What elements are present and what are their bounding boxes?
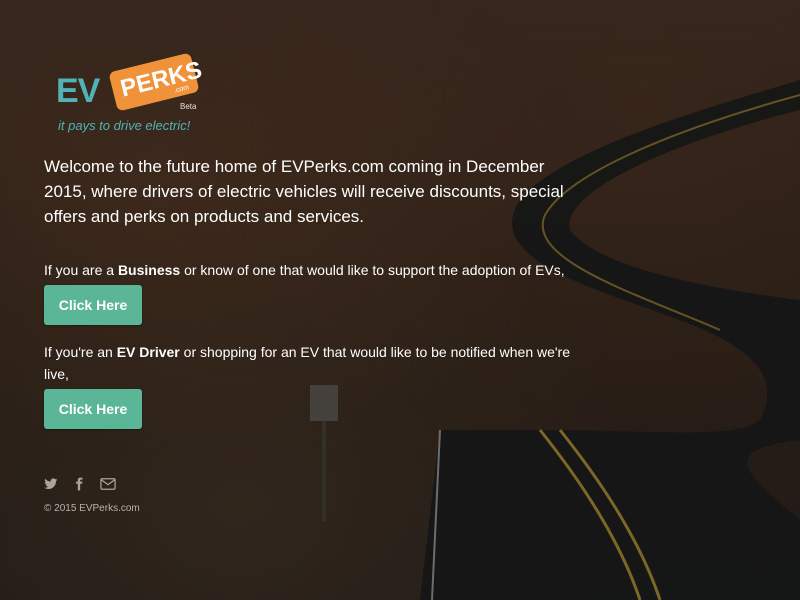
business-highlight: Business — [117, 262, 181, 278]
business-text-after: or know of one that would like to suppor… — [180, 262, 565, 278]
logo-tagline: it pays to drive electric! — [58, 118, 191, 133]
business-cta-text: If you are a Business or know of one tha… — [44, 259, 584, 281]
email-icon[interactable] — [100, 477, 116, 491]
driver-highlight: EV Driver — [116, 344, 180, 360]
logo-ev-text: EV — [56, 72, 100, 110]
twitter-icon[interactable] — [44, 477, 58, 491]
evperks-logo[interactable]: EV PERKS .com Beta it pays to drive elec… — [56, 52, 216, 138]
driver-click-here-button[interactable]: Click Here — [44, 389, 142, 429]
business-click-here-button[interactable]: Click Here — [44, 285, 142, 325]
facebook-icon[interactable] — [72, 477, 86, 491]
logo-beta-text: Beta — [180, 102, 197, 111]
main-content: EV PERKS .com Beta it pays to drive elec… — [44, 52, 584, 514]
driver-cta-text: If you're an EV Driver or shopping for a… — [44, 341, 584, 385]
driver-text-before: If you're an — [44, 344, 117, 360]
intro-text: Welcome to the future home of EVPerks.co… — [44, 157, 564, 226]
social-links — [44, 477, 584, 491]
copyright-text: © 2015 EVPerks.com — [44, 503, 140, 514]
business-text-before: If you are a — [44, 262, 118, 278]
page: EV PERKS .com Beta it pays to drive elec… — [0, 0, 800, 600]
driver-cta-block: If you're an EV Driver or shopping for a… — [44, 341, 584, 429]
